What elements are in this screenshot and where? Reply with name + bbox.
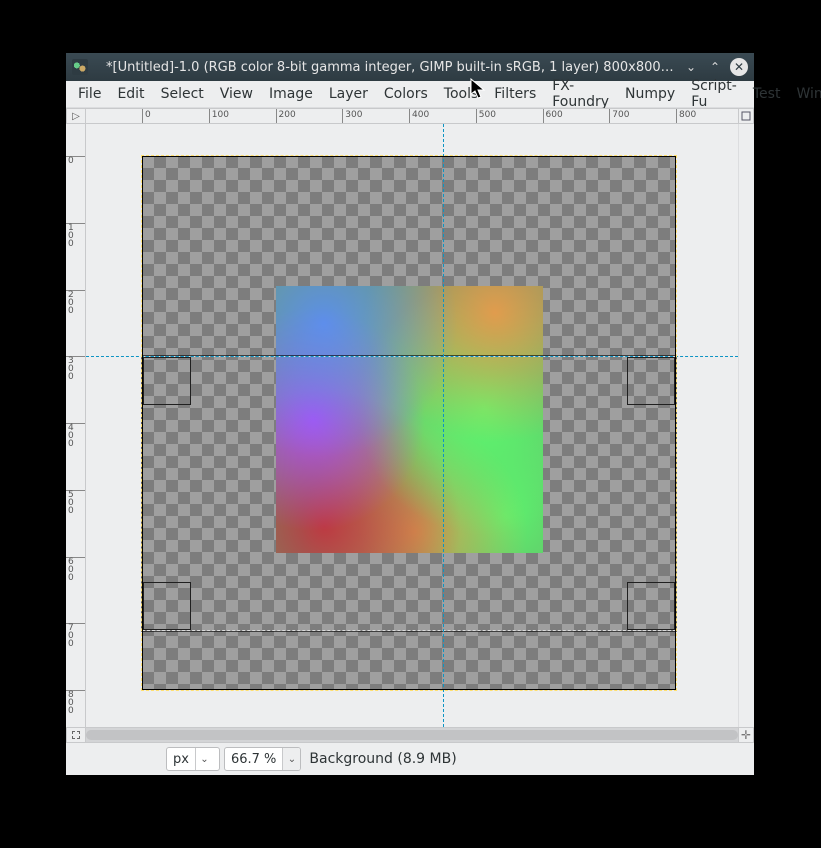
chevron-down-icon: ⌄ (200, 754, 208, 765)
ruler-h-tick: 0 (142, 109, 143, 124)
units-label: px (173, 752, 189, 767)
minimize-button[interactable]: ⌄ (682, 58, 700, 76)
ruler-v-tick: 6 0 0 (66, 557, 86, 558)
menu-image[interactable]: Image (261, 83, 321, 105)
ruler-h-tick: 400 (409, 109, 410, 124)
titlebar[interactable]: *[Untitled]-1.0 (RGB color 8-bit gamma i… (66, 53, 754, 81)
ruler-h-tick: 500 (476, 109, 477, 124)
menu-colors[interactable]: Colors (376, 83, 436, 105)
ruler-v-tick: 1 0 0 (66, 223, 86, 224)
chevron-down-icon: ⌄ (288, 754, 296, 765)
ruler-h-tick: 200 (276, 109, 277, 124)
statusbar: px ⌄ 66.7 % ⌄ Background (8.9 MB) (66, 743, 754, 775)
quick-mask-toggle[interactable] (66, 727, 86, 743)
ruler-v-tick: 3 0 0 (66, 356, 86, 357)
menubar: File Edit Select View Image Layer Colors… (66, 81, 754, 108)
canvas-viewport[interactable] (86, 124, 738, 727)
vertical-scrollbar[interactable] (738, 124, 754, 727)
ruler-h-tick: 600 (543, 109, 544, 124)
chevron-icon (741, 111, 751, 121)
ruler-horizontal[interactable]: 0 100 200 300 400 500 600 700 800 (86, 108, 738, 124)
close-button[interactable]: ✕ (730, 58, 748, 76)
ruler-h-tick: 800 (676, 109, 677, 124)
menu-numpy[interactable]: Numpy (617, 83, 683, 105)
ruler-v-tick: 2 0 0 (66, 290, 86, 291)
quick-mask-icon (72, 731, 80, 739)
guide-vertical[interactable] (443, 124, 444, 727)
ruler-vertical[interactable]: 0 1 0 0 2 0 0 3 0 0 4 0 0 5 0 0 6 0 0 7 0 0 8 0 … (66, 124, 86, 727)
ruler-v-tick: 0 (66, 156, 86, 157)
zoom-value[interactable]: 66.7 % (225, 748, 282, 770)
guide-horizontal[interactable] (86, 356, 738, 357)
menu-layer[interactable]: Layer (321, 83, 376, 105)
menu-view[interactable]: View (212, 83, 261, 105)
menu-windows[interactable]: Win (788, 83, 821, 105)
menu-test[interactable]: Test (745, 83, 789, 105)
gimp-image-window: *[Untitled]-1.0 (RGB color 8-bit gamma i… (66, 53, 754, 775)
menu-tools[interactable]: Tools (436, 83, 487, 105)
zoom-menu-button[interactable] (738, 108, 754, 124)
menu-edit[interactable]: Edit (109, 83, 152, 105)
app-icon (72, 59, 88, 75)
ruler-h-tick: 700 (609, 109, 610, 124)
menu-file[interactable]: File (70, 83, 109, 105)
menu-select[interactable]: Select (153, 83, 212, 105)
ruler-h-tick: 300 (342, 109, 343, 124)
image-content-plasma (276, 286, 543, 553)
ruler-v-tick: 5 0 0 (66, 490, 86, 491)
crosshair-icon: ✛ (741, 728, 751, 742)
ruler-h-tick: 100 (209, 109, 210, 124)
units-selector[interactable]: px ⌄ (166, 747, 220, 771)
ruler-v-tick: 4 0 0 (66, 423, 86, 424)
maximize-button[interactable]: ⌃ (706, 58, 724, 76)
menu-filters[interactable]: Filters (486, 83, 544, 105)
window-title: *[Untitled]-1.0 (RGB color 8-bit gamma i… (94, 60, 676, 75)
zoom-selector[interactable]: 66.7 % ⌄ (224, 747, 301, 771)
horizontal-scrollbar[interactable] (86, 727, 738, 743)
status-layer-text: Background (8.9 MB) (309, 751, 456, 767)
navigation-preview-button[interactable]: ✛ (738, 727, 754, 743)
ruler-origin-button[interactable]: ▷ (66, 108, 86, 124)
scrollbar-thumb[interactable] (86, 730, 738, 740)
ruler-v-tick: 7 0 0 (66, 623, 86, 624)
play-icon: ▷ (72, 111, 80, 122)
ruler-v-tick: 8 0 0 (66, 690, 86, 691)
